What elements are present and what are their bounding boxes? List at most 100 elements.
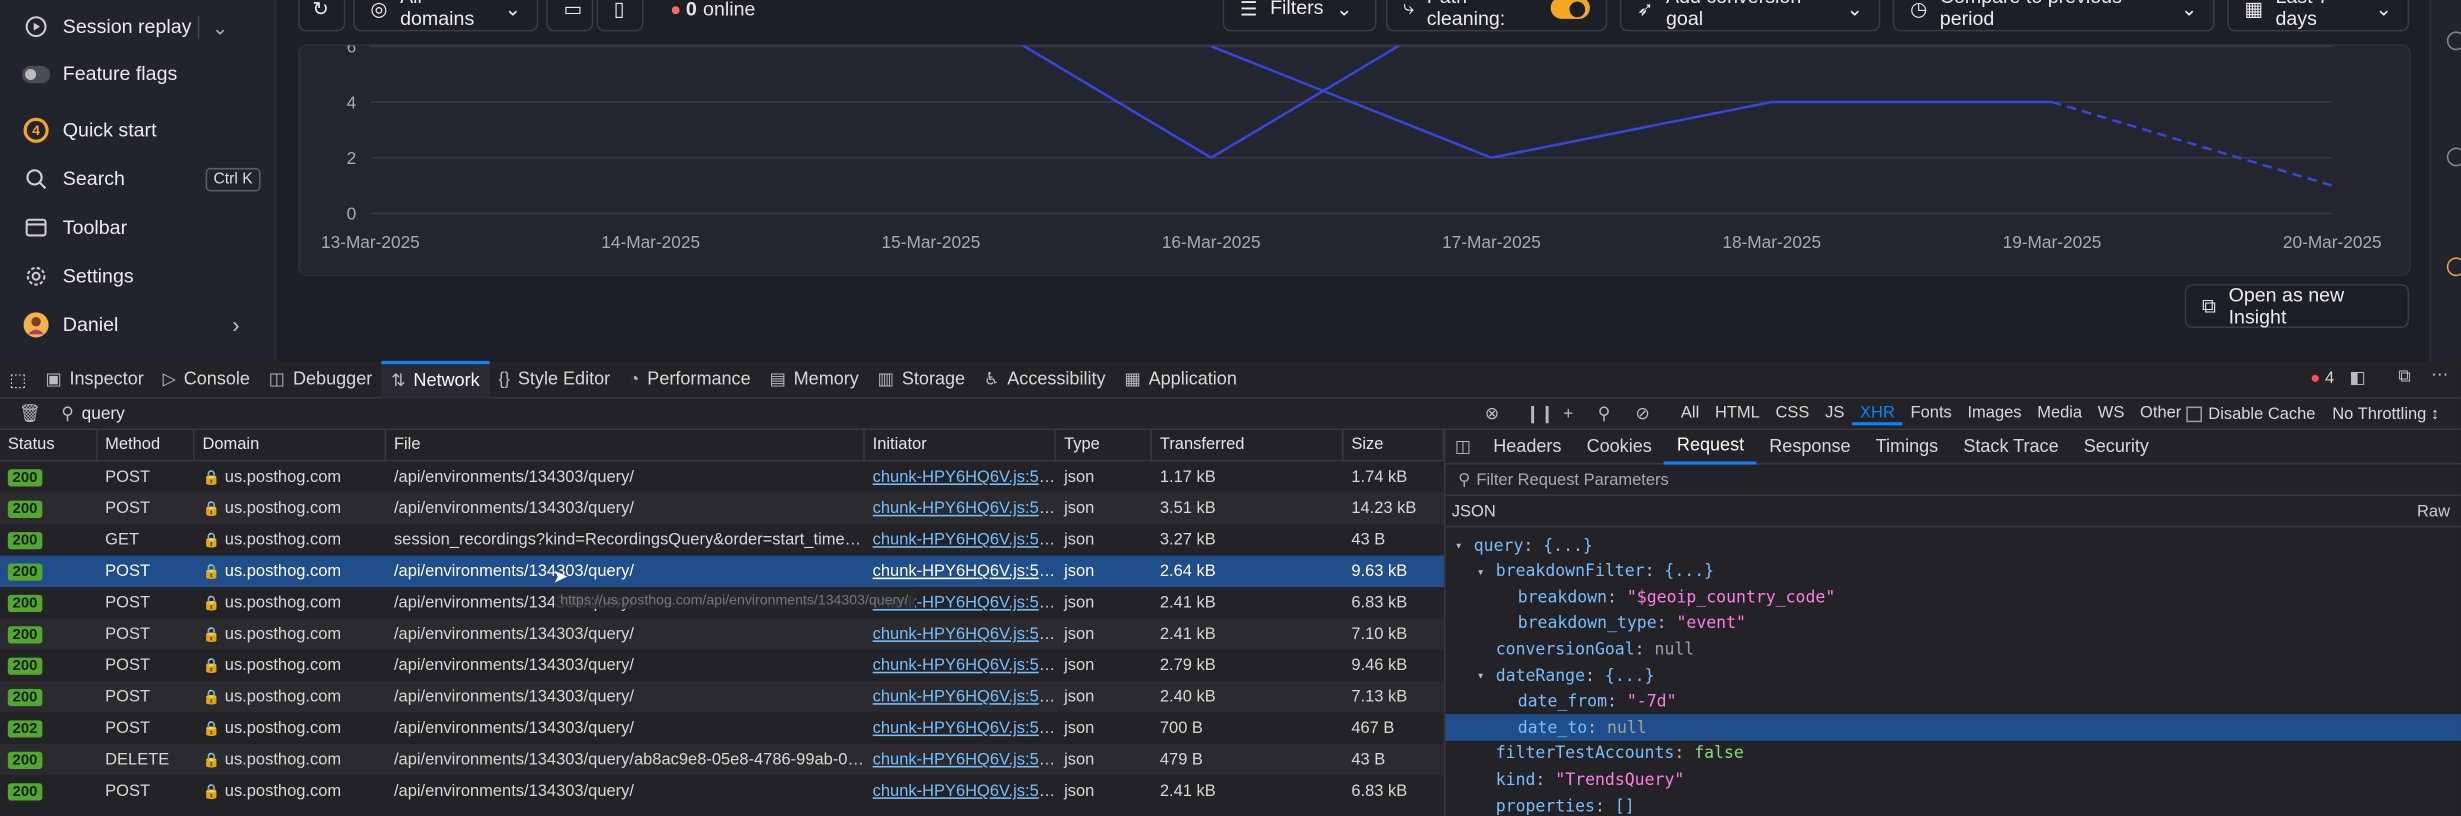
type-filter-all[interactable]: All: [1673, 403, 1707, 425]
tab-console[interactable]: ▷ Console: [153, 361, 259, 398]
column-header[interactable]: Status: [0, 430, 98, 462]
twisty-icon[interactable]: ▾: [1477, 564, 1496, 578]
block-icon[interactable]: ⊘: [1635, 403, 1649, 424]
initiator-link[interactable]: chunk-HPY6HQ6V.js:5: [873, 719, 1056, 738]
sidebar-item-session-replay[interactable]: Session replay ⌄: [22, 9, 228, 44]
json-line[interactable]: ▾ dateRange: {...}: [1446, 662, 2461, 689]
path-cleaning-toggle[interactable]: ⤷ Path cleaning:: [1385, 0, 1608, 32]
json-line[interactable]: breakdown: "$geoip_country_code": [1446, 584, 2461, 611]
tab-network[interactable]: ⇅ Network: [381, 361, 490, 398]
sidebar-item-feature-flags[interactable]: Feature flags: [21, 57, 177, 92]
json-line[interactable]: ▾ query: {...}: [1446, 532, 2461, 559]
table-row[interactable]: 200 POST 🔒 us.posthog.com/api/environments/…: [0, 618, 1444, 650]
split-icon[interactable]: ⧉: [2398, 367, 2410, 387]
sidebar-item-toolbar[interactable]: Toolbar: [22, 210, 127, 245]
tab-memory[interactable]: ▤ Memory: [760, 361, 868, 398]
raw-toggle[interactable]: Raw: [2417, 501, 2450, 520]
disable-cache-checkbox[interactable]: Disable Cache: [2186, 404, 2315, 423]
column-header[interactable]: Size: [1343, 430, 1444, 462]
tab-stack-trace[interactable]: Stack Trace: [1951, 429, 2071, 464]
table-row[interactable]: 200 POST 🔒 us.posthog.com/api/environments/…: [0, 649, 1444, 682]
column-header[interactable]: Transferred: [1152, 430, 1344, 462]
type-filter-other[interactable]: Other: [2132, 403, 2189, 425]
rail-icon[interactable]: [2446, 257, 2461, 277]
json-line[interactable]: ▾ breakdownFilter: {...}: [1446, 558, 2461, 585]
compare-button[interactable]: ◷ Compare to previous period ⌄: [1892, 0, 2215, 32]
column-header[interactable]: Domain: [195, 430, 387, 462]
domain-select[interactable]: ◎ All domains ⌄: [353, 0, 539, 32]
tab-storage[interactable]: ▥ Storage: [868, 361, 974, 398]
error-counter[interactable]: ● 4: [2310, 369, 2334, 388]
json-line[interactable]: date_to: null: [1445, 714, 2461, 742]
type-filter-media[interactable]: Media: [2029, 403, 2090, 425]
search-icon[interactable]: ⚲: [1598, 403, 1611, 424]
json-line[interactable]: date_from: "-7d": [1446, 688, 2461, 715]
type-filter-js[interactable]: JS: [1817, 403, 1852, 425]
initiator-link[interactable]: chunk-HPY6HQ6V.js:5: [873, 656, 1056, 675]
open-as-new-insight-button[interactable]: ⧉ Open as new Insight: [2184, 284, 2410, 329]
table-row[interactable]: 200 POST 🔒 us.posthog.com/api/environments/…: [0, 492, 1444, 525]
tab-request[interactable]: Request: [1664, 429, 1757, 464]
date-range-button[interactable]: ▦ Last 7 days ⌄: [2227, 0, 2410, 32]
initiator-link[interactable]: chunk-HPY6HQ6V.js:5: [873, 531, 1056, 550]
type-filter-css[interactable]: CSS: [1768, 403, 1818, 425]
add-conversion-goal-button[interactable]: ➶ Add conversion goal ⌄: [1619, 0, 1881, 32]
table-row[interactable]: 200 POST 🔒 us.posthog.com/api/environments/…: [0, 681, 1444, 713]
type-filter-ws[interactable]: WS: [2090, 403, 2132, 425]
json-line[interactable]: breakdown_type: "event": [1446, 610, 2461, 637]
pause-icon[interactable]: ❙❙: [1526, 403, 1555, 424]
json-line[interactable]: kind: "TrendsQuery": [1446, 767, 2461, 794]
table-row[interactable]: 200 POST 🔒 us.posthog.com/api/environments/…: [0, 555, 1444, 588]
tab-inspector[interactable]: ▣ Inspector: [36, 361, 153, 398]
dock-icon[interactable]: ◧: [2350, 367, 2366, 388]
table-row[interactable]: 200 DELETE 🔒 us.posthog.com/api/environment…: [0, 743, 1444, 776]
tab-headers[interactable]: Headers: [1481, 429, 1574, 464]
type-filter-xhr[interactable]: XHR: [1852, 403, 1903, 425]
tab-performance[interactable]: ◔ Performance: [620, 361, 760, 398]
initiator-link[interactable]: chunk-HPY6HQ6V.js:5: [873, 625, 1056, 644]
tab-timings[interactable]: Timings: [1863, 429, 1951, 464]
desktop-filter-button[interactable]: ▭: [546, 0, 594, 32]
rail-icon[interactable]: [2446, 31, 2461, 51]
mobile-filter-button[interactable]: ▯: [596, 0, 644, 32]
toggle-switch[interactable]: [1550, 0, 1590, 19]
tab-debugger[interactable]: ◫ Debugger: [259, 361, 381, 398]
table-row[interactable]: 200 GET 🔒 us.posthog.com session_recordings?…: [0, 524, 1444, 556]
tab-application[interactable]: ▦ Application: [1115, 361, 1246, 398]
table-row[interactable]: 200 POST 🔒 us.posthog.com/api/environments/…: [0, 461, 1444, 493]
throttling-select[interactable]: No Throttling ↕: [2332, 404, 2439, 423]
filter-urls-input[interactable]: query: [82, 404, 125, 423]
json-line[interactable]: properties: []: [1446, 793, 2461, 816]
filters-button[interactable]: ☰ Filters ⌄: [1222, 0, 1377, 32]
json-line[interactable]: filterTestAccounts: false: [1446, 741, 2461, 768]
tab-security[interactable]: Security: [2071, 429, 2161, 464]
rail-icon[interactable]: [2446, 147, 2461, 167]
tab-style-editor[interactable]: {} Style Editor: [489, 361, 620, 398]
sidebar-item-settings[interactable]: Settings: [22, 259, 134, 294]
clear-filter-icon[interactable]: ⊗: [1485, 403, 1499, 424]
initiator-link[interactable]: chunk-HPY6HQ6V.js:5: [873, 750, 1056, 769]
column-header[interactable]: Type: [1056, 430, 1153, 462]
filter-params-input[interactable]: Filter Request Parameters: [1476, 470, 1668, 489]
type-filter-fonts[interactable]: Fonts: [1903, 403, 1960, 425]
chevron-down-icon[interactable]: ⌄: [197, 14, 228, 39]
tab-response[interactable]: Response: [1757, 429, 1863, 464]
initiator-link[interactable]: chunk-HPY6HQ6V.js:5: [873, 562, 1056, 581]
initiator-link[interactable]: chunk-HPY6HQ6V.js:5: [873, 782, 1056, 801]
json-line[interactable]: conversionGoal: null: [1446, 636, 2461, 663]
type-filter-images[interactable]: Images: [1960, 403, 2030, 425]
element-picker-button[interactable]: ⬚: [0, 361, 36, 398]
add-icon[interactable]: +: [1563, 404, 1573, 423]
type-filter-html[interactable]: HTML: [1707, 403, 1768, 425]
initiator-link[interactable]: chunk-HPY6HQ6V.js:5: [873, 687, 1056, 706]
trash-icon[interactable]: 🗑: [19, 403, 41, 424]
tab-accessibility[interactable]: ♿ Accessibility: [974, 361, 1114, 398]
tab-cookies[interactable]: Cookies: [1574, 429, 1664, 464]
table-row[interactable]: 200 POST 🔒 us.posthog.com/api/environments/…: [0, 775, 1444, 807]
refresh-button[interactable]: ↻: [298, 0, 346, 32]
more-icon[interactable]: ⋯: [2431, 364, 2448, 385]
sidebar-item-quick-start[interactable]: 4 Quick start: [22, 113, 157, 148]
column-header[interactable]: Initiator: [865, 430, 1057, 462]
twisty-icon[interactable]: ▾: [1477, 669, 1496, 683]
sidebar-item-account[interactable]: Daniel ›: [22, 308, 257, 343]
